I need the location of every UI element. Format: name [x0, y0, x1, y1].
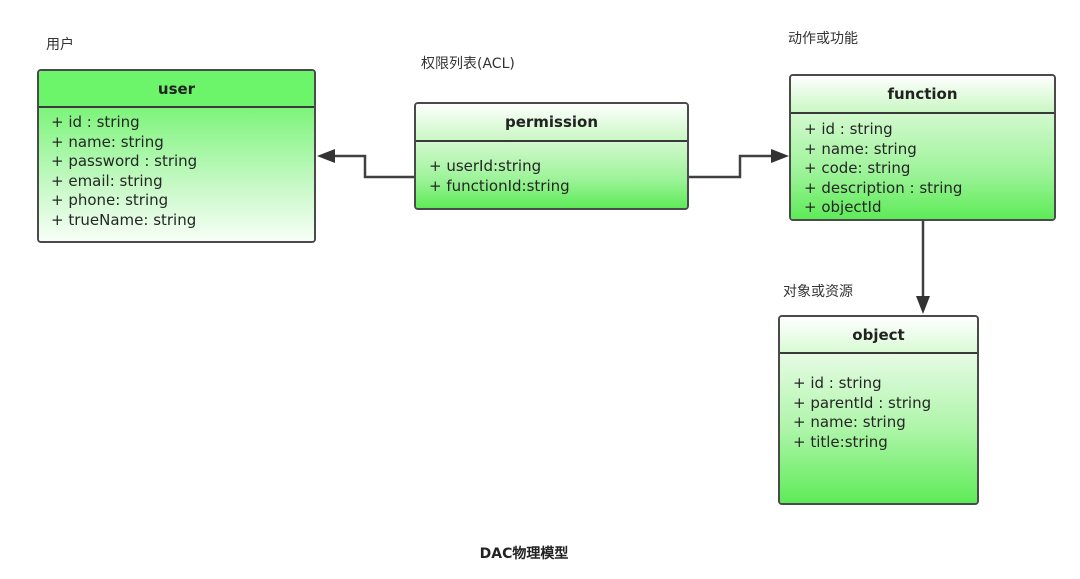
class-user-name: user	[39, 71, 314, 108]
attribute: + id : string	[804, 120, 893, 138]
class-user[interactable]: user + id : string + name: string + pass…	[37, 69, 316, 243]
attribute: + userId:string	[429, 157, 542, 175]
attribute: + parentId : string	[793, 393, 932, 412]
attribute: + name: string	[793, 413, 906, 431]
class-object-name: object	[780, 317, 977, 354]
class-function-attributes: + id : string + name: string + code: str…	[791, 114, 1054, 219]
connector-permission-function	[689, 154, 772, 179]
attribute: + name: string	[804, 139, 917, 158]
attribute: + objectId	[804, 198, 882, 216]
attribute: + id : string	[793, 374, 882, 392]
class-permission-name: permission	[416, 104, 687, 142]
attribute: + code: string	[804, 159, 911, 177]
attribute: + password : string	[51, 152, 198, 170]
connector-permission-user	[332, 154, 414, 179]
class-permission[interactable]: permission + userId:string + functionId:…	[414, 102, 689, 210]
class-permission-attributes: + userId:string + functionId:string	[416, 142, 687, 208]
attribute: + title:string	[793, 432, 888, 451]
arrowhead-object	[916, 296, 930, 314]
attribute: + name: string	[51, 132, 164, 151]
class-function[interactable]: function + id : string + name: string + …	[789, 74, 1056, 221]
class-function-name: function	[791, 76, 1054, 114]
diagram-caption: DAC物理模型	[479, 546, 569, 562]
attribute: + description : string	[804, 178, 963, 197]
attribute: + id : string	[51, 113, 140, 131]
class-user-attributes: + id : string + name: string + password …	[39, 108, 314, 241]
attribute: + email: string	[51, 171, 163, 190]
arrowhead-user	[317, 149, 335, 163]
attribute: + functionId:string	[429, 176, 570, 195]
arrowhead-function	[771, 149, 789, 163]
attribute: + phone: string	[51, 191, 169, 209]
class-object[interactable]: object + id : string + parentId : string…	[778, 315, 979, 505]
class-object-attributes: + id : string + parentId : string + name…	[780, 354, 977, 503]
attribute: + trueName: string	[51, 210, 197, 229]
